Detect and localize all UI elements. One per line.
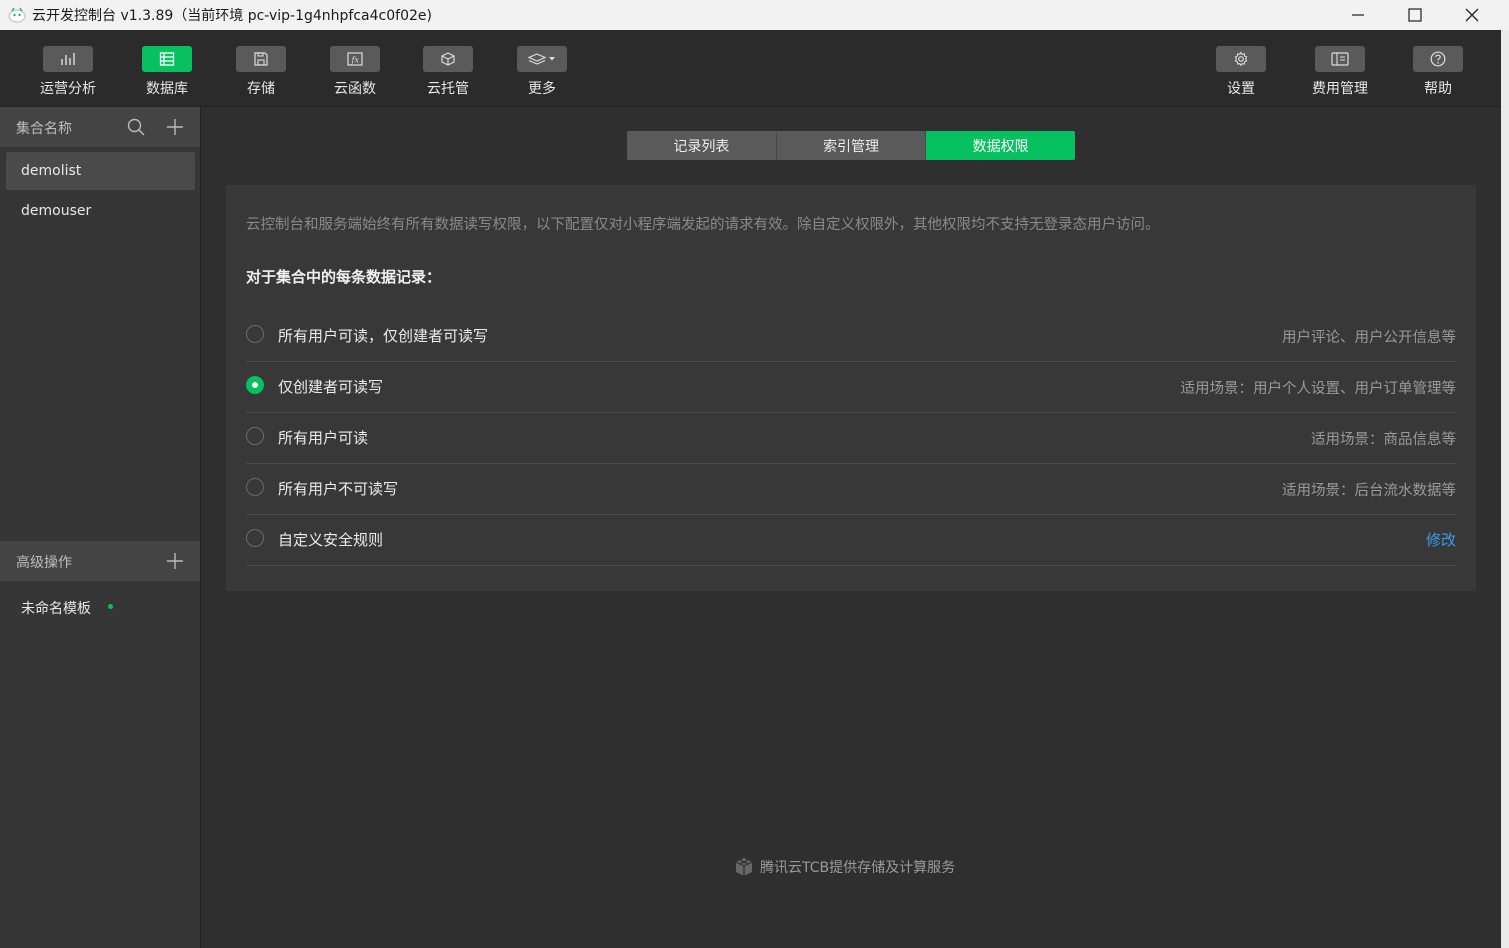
option-label: 所有用户可读 [278, 429, 369, 447]
tool-help[interactable]: 帮助 [1398, 46, 1478, 102]
tool-label: 设置 [1227, 81, 1255, 97]
collection-item-demouser[interactable]: demouser [6, 192, 195, 230]
permission-option-none[interactable]: 所有用户不可读写 适用场景：后台流水数据等 [246, 464, 1456, 515]
tool-settings[interactable]: 设置 [1201, 46, 1281, 102]
permission-option-all-read[interactable]: 所有用户可读 适用场景：商品信息等 [246, 413, 1456, 464]
option-description: 适用场景：商品信息等 [1311, 432, 1456, 448]
tool-analytics[interactable]: 运营分析 [28, 46, 108, 102]
bar-chart-icon [61, 53, 75, 65]
maximize-icon [1408, 8, 1422, 22]
maximize-button[interactable] [1386, 0, 1444, 30]
function-icon: fx [347, 52, 363, 66]
box-icon [441, 52, 455, 66]
footer: 腾讯云TCB提供存储及计算服务 [734, 857, 955, 877]
tab-bar: 记录列表 索引管理 数据权限 [627, 131, 1075, 160]
svg-text:fx: fx [351, 56, 360, 65]
permissions-subheading: 对于集合中的每条数据记录： [246, 268, 442, 286]
tool-cloud-hosting[interactable]: 云托管 [408, 46, 488, 102]
close-button[interactable] [1443, 0, 1501, 30]
layers-icon [528, 53, 555, 65]
option-label: 仅创建者可读写 [278, 378, 384, 396]
search-icon[interactable] [126, 117, 146, 137]
tool-label: 费用管理 [1312, 81, 1368, 97]
gear-icon [1234, 51, 1248, 67]
permissions-notice: 云控制台和服务端始终有所有数据读写权限，以下配置仅对小程序端发起的请求有效。除自… [246, 217, 1160, 233]
tool-label: 云函数 [334, 81, 376, 97]
tool-cloud-functions[interactable]: fx 云函数 [315, 46, 395, 102]
tool-storage[interactable]: 存储 [221, 46, 301, 102]
permission-option-public-read[interactable]: 所有用户可读，仅创建者可读写 用户评论、用户公开信息等 [246, 311, 1456, 362]
tab-records[interactable]: 记录列表 [627, 131, 777, 160]
unsaved-dot-icon [108, 604, 113, 609]
window-titlebar: 云开发控制台 v1.3.89（当前环境 pc-vip-1g4nhpfca4c0f… [0, 0, 1509, 30]
app-logo-icon [8, 7, 26, 23]
collection-name: demouser [21, 203, 92, 219]
window-title: 云开发控制台 v1.3.89（当前环境 pc-vip-1g4nhpfca4c0f… [32, 8, 432, 24]
tool-label: 运营分析 [40, 81, 96, 97]
option-description: 适用场景：后台流水数据等 [1282, 483, 1456, 499]
billing-icon [1331, 52, 1349, 66]
option-description: 适用场景：用户个人设置、用户订单管理等 [1180, 381, 1457, 397]
tencent-cloud-logo-icon [735, 858, 753, 876]
tool-label: 存储 [247, 81, 275, 97]
tool-database[interactable]: 数据库 [127, 46, 207, 102]
footer-text: 腾讯云TCB提供存储及计算服务 [760, 860, 956, 876]
tool-label: 帮助 [1424, 81, 1452, 97]
radio-button[interactable] [246, 325, 264, 343]
option-label: 所有用户不可读写 [278, 480, 399, 498]
tool-billing[interactable]: 费用管理 [1300, 46, 1380, 102]
collection-item-demolist[interactable]: demolist [6, 152, 195, 190]
edit-rules-link[interactable]: 修改 [1426, 529, 1456, 550]
main-content: 记录列表 索引管理 数据权限 云控制台和服务端始终有所有数据读写权限，以下配置仅… [201, 107, 1501, 948]
advanced-header-label: 高级操作 [16, 555, 72, 571]
tool-label: 数据库 [146, 81, 188, 97]
option-label: 自定义安全规则 [278, 531, 384, 549]
minimize-button[interactable] [1329, 0, 1387, 30]
collections-header: 集合名称 [0, 107, 200, 147]
radio-button[interactable] [246, 529, 264, 547]
main-toolbar: 运营分析 数据库 存储 fx 云函数 云托管 更多 设置 费用管理 帮助 [0, 30, 1501, 107]
permissions-panel: 云控制台和服务端始终有所有数据读写权限，以下配置仅对小程序端发起的请求有效。除自… [226, 185, 1476, 591]
add-collection-icon[interactable] [165, 117, 185, 137]
save-icon [254, 52, 268, 66]
radio-button[interactable] [246, 478, 264, 496]
minimize-icon [1352, 14, 1364, 16]
collection-sidebar: 集合名称 demolist demouser 高级操作 未命名模板 [0, 107, 201, 948]
close-icon [1465, 8, 1479, 22]
option-label: 所有用户可读，仅创建者可读写 [278, 327, 489, 345]
permission-option-creator-only[interactable]: 仅创建者可读写 适用场景：用户个人设置、用户订单管理等 [246, 362, 1456, 413]
window-edge [1501, 30, 1509, 948]
tab-indexes[interactable]: 索引管理 [776, 131, 927, 160]
tool-label: 云托管 [427, 81, 469, 97]
add-template-icon[interactable] [165, 551, 185, 571]
database-icon [159, 52, 175, 66]
tab-permissions[interactable]: 数据权限 [926, 131, 1075, 160]
radio-button[interactable] [246, 427, 264, 445]
tool-label: 更多 [528, 81, 556, 97]
option-description: 用户评论、用户公开信息等 [1282, 330, 1456, 346]
advanced-header: 高级操作 [0, 541, 200, 581]
permission-option-custom[interactable]: 自定义安全规则 修改 [246, 515, 1456, 566]
collection-name: demolist [21, 163, 82, 179]
help-icon [1430, 51, 1446, 67]
collections-header-label: 集合名称 [16, 121, 72, 137]
radio-button-checked[interactable] [246, 376, 264, 394]
tool-more[interactable]: 更多 [502, 46, 582, 102]
template-item[interactable]: 未命名模板 [21, 598, 91, 618]
